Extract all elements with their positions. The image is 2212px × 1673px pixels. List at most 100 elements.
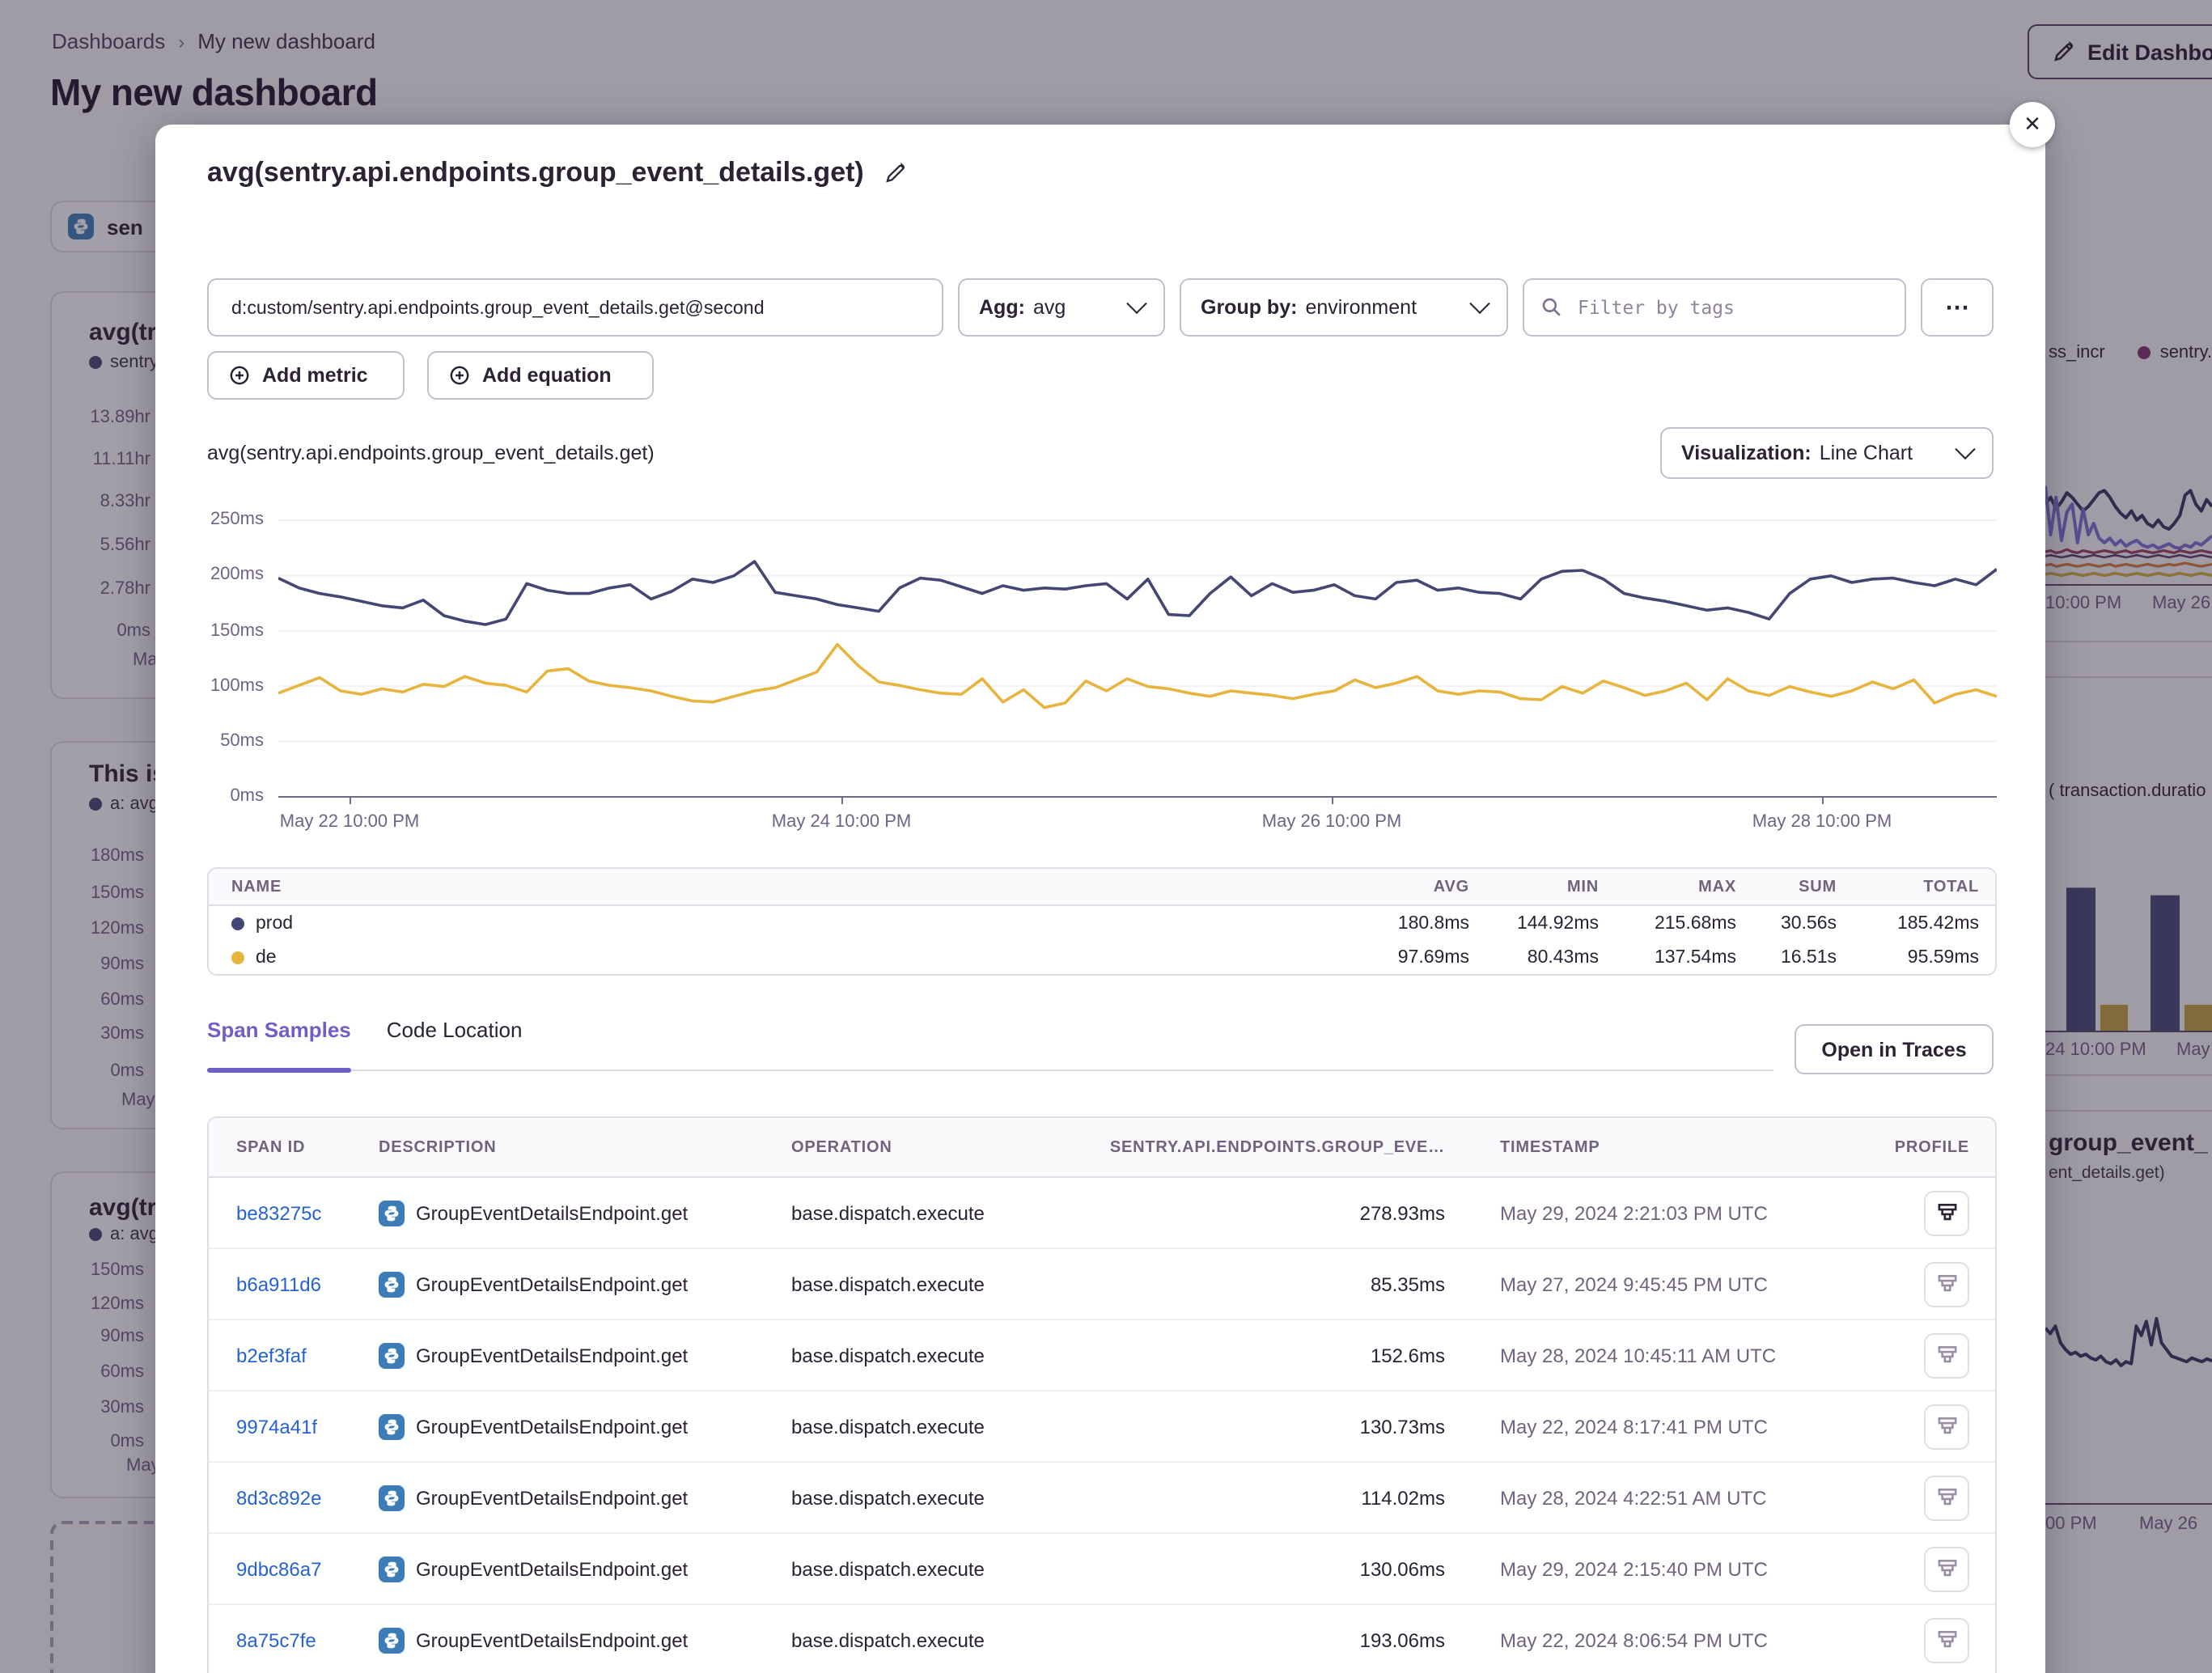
python-icon [379,1627,405,1653]
summary-header-row: NAME AVG MIN MAX SUM TOTAL [209,869,1995,906]
chevron-down-icon [1955,438,1975,459]
ellipsis-icon: ⋯ [1945,293,1969,322]
series-min: 80.43ms [1469,947,1599,967]
y-axis-tick: 200ms [194,565,264,584]
span-description: GroupEventDetailsEndpoint.get [416,1557,688,1580]
group-by-dropdown[interactable]: Group by: environment [1180,278,1508,337]
y-axis-tick: 0ms [194,786,264,806]
agg-label: Agg: [979,296,1025,319]
profile-icon [1934,1485,1959,1510]
span-id-link[interactable]: be83275c [236,1201,379,1224]
search-icon [1540,296,1563,319]
series-sum: 30.56s [1736,913,1837,933]
profile-icon [1934,1201,1959,1225]
span-timestamp: May 28, 2024 4:22:51 AM UTC [1500,1486,1888,1509]
col-profile: PROFILE [1888,1138,1969,1156]
y-axis-tick: 100ms [194,676,264,696]
span-id-link[interactable]: 8d3c892e [236,1486,379,1509]
span-timestamp: May 22, 2024 8:06:54 PM UTC [1500,1629,1888,1651]
metric-mri-field[interactable] [228,295,922,320]
span-id-link[interactable]: 9dbc86a7 [236,1557,379,1580]
summary-row[interactable]: prod 180.8ms 144.92ms 215.68ms 30.56s 18… [209,906,1995,940]
span-operation: base.dispatch.execute [791,1415,1107,1438]
python-icon [379,1200,405,1226]
add-metric-button[interactable]: Add metric [207,351,405,400]
span-description: GroupEventDetailsEndpoint.get [416,1415,688,1438]
summary-col-min: MIN [1469,878,1599,896]
aggregation-dropdown[interactable]: Agg: avg [958,278,1165,337]
series-avg: 180.8ms [1316,913,1469,933]
summary-row[interactable]: de 97.69ms 80.43ms 137.54ms 16.51s 95.59… [209,940,1995,974]
span-operation: base.dispatch.execute [791,1629,1107,1651]
span-id-link[interactable]: b6a911d6 [236,1273,379,1295]
y-axis-tick: 250ms [194,510,264,529]
modal-title-row: avg(sentry.api.endpoints.group_event_det… [207,157,906,189]
table-row: be83275c GroupEventDetailsEndpoint.get b… [209,1178,1995,1249]
group-by-value: environment [1305,296,1417,319]
add-equation-button[interactable]: Add equation [427,351,654,400]
table-row: 8d3c892e GroupEventDetailsEndpoint.get b… [209,1463,1995,1534]
chevron-down-icon [1126,293,1146,313]
close-icon[interactable]: ✕ [2010,102,2055,147]
series-name: prod [256,913,293,933]
span-metric-value: 193.06ms [1107,1629,1445,1651]
tab-code-location[interactable]: Code Location [387,1018,523,1069]
span-description: GroupEventDetailsEndpoint.get [416,1273,688,1295]
metric-details-modal: avg(sentry.api.endpoints.group_event_det… [155,125,2045,1673]
span-metric-value: 114.02ms [1107,1486,1445,1509]
summary-col-name: NAME [231,878,1316,896]
span-operation: base.dispatch.execute [791,1486,1107,1509]
span-id-link[interactable]: b2ef3faf [236,1344,379,1366]
edit-title-pencil-icon[interactable] [884,162,906,184]
profile-button[interactable] [1924,1261,1969,1307]
add-equation-label: Add equation [482,364,612,387]
open-in-traces-button[interactable]: Open in Traces [1795,1024,1994,1074]
table-row: 9974a41f GroupEventDetailsEndpoint.get b… [209,1391,1995,1463]
span-timestamp: May 28, 2024 10:45:11 AM UTC [1500,1344,1888,1366]
agg-value: avg [1033,296,1066,319]
series-summary-table: NAME AVG MIN MAX SUM TOTAL prod 180.8ms … [207,867,1997,976]
profile-button[interactable] [1924,1404,1969,1449]
series-max: 215.68ms [1599,913,1736,933]
profile-icon [1934,1628,1959,1652]
col-metric-value: SENTRY.API.ENDPOINTS.GROUP_EVE… [1107,1138,1445,1156]
profile-button[interactable] [1924,1190,1969,1235]
span-description: GroupEventDetailsEndpoint.get [416,1344,688,1366]
span-metric-value: 85.35ms [1107,1273,1445,1295]
python-icon [379,1413,405,1439]
span-id-link[interactable]: 8a75c7fe [236,1629,379,1651]
span-operation: base.dispatch.execute [791,1557,1107,1580]
span-id-link[interactable]: 9974a41f [236,1415,379,1438]
profile-icon [1934,1272,1959,1296]
line-chart-plot[interactable] [278,519,1997,798]
tab-span-samples[interactable]: Span Samples [207,1018,351,1069]
modal-title: avg(sentry.api.endpoints.group_event_det… [207,157,864,189]
span-description: GroupEventDetailsEndpoint.get [416,1629,688,1651]
span-metric-value: 130.06ms [1107,1557,1445,1580]
metric-query-input[interactable] [207,278,943,337]
python-icon [379,1556,405,1582]
x-axis-tickmark [1332,798,1333,804]
add-metric-label: Add metric [262,364,368,387]
more-options-button[interactable]: ⋯ [1921,278,1994,337]
span-description: GroupEventDetailsEndpoint.get [416,1201,688,1224]
profile-button[interactable] [1924,1546,1969,1591]
span-metric-value: 130.73ms [1107,1415,1445,1438]
x-axis-tickmark [841,798,843,804]
col-operation: OPERATION [791,1138,1107,1156]
profile-button[interactable] [1924,1332,1969,1378]
filter-tags-field[interactable] [1574,294,1888,320]
app-viewport: Dashboards › My new dashboard My new das… [0,0,2212,1673]
table-row: 8a75c7fe GroupEventDetailsEndpoint.get b… [209,1605,1995,1673]
summary-col-sum: SUM [1736,878,1837,896]
span-operation: base.dispatch.execute [791,1273,1107,1295]
profile-button[interactable] [1924,1617,1969,1662]
span-description: GroupEventDetailsEndpoint.get [416,1486,688,1509]
filter-by-tags-input[interactable] [1523,278,1906,337]
span-metric-value: 152.6ms [1107,1344,1445,1366]
visualization-dropdown[interactable]: Visualization: Line Chart [1660,427,1994,479]
python-icon [379,1485,405,1510]
samples-header-row: SPAN ID DESCRIPTION OPERATION SENTRY.API… [209,1118,1995,1178]
group-by-label: Group by: [1201,296,1297,319]
profile-button[interactable] [1924,1475,1969,1520]
